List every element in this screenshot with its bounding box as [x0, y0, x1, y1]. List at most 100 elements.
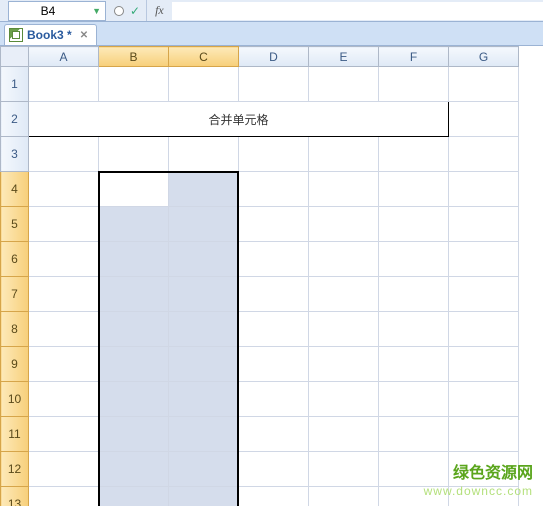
- cell-B1[interactable]: [99, 67, 169, 102]
- row-header-1[interactable]: 1: [1, 67, 29, 102]
- merged-cell[interactable]: 合并单元格: [29, 102, 449, 137]
- row-header-4[interactable]: 4: [1, 172, 29, 207]
- cell-D3[interactable]: [239, 137, 309, 172]
- formula-input[interactable]: [172, 2, 543, 20]
- col-header-E[interactable]: E: [309, 47, 379, 67]
- cell-F8[interactable]: [379, 312, 449, 347]
- cell-C7[interactable]: [169, 277, 239, 312]
- row-header-5[interactable]: 5: [1, 207, 29, 242]
- cell-G5[interactable]: [449, 207, 519, 242]
- dropdown-icon[interactable]: ▼: [92, 6, 101, 16]
- cell-C8[interactable]: [169, 312, 239, 347]
- cell-C6[interactable]: [169, 242, 239, 277]
- cell-B3[interactable]: [99, 137, 169, 172]
- cell-C5[interactable]: [169, 207, 239, 242]
- name-box[interactable]: ▼: [8, 1, 106, 21]
- cell-D7[interactable]: [239, 277, 309, 312]
- cell-C9[interactable]: [169, 347, 239, 382]
- cell-B8[interactable]: [99, 312, 169, 347]
- row-header-11[interactable]: 11: [1, 417, 29, 452]
- row-header-7[interactable]: 7: [1, 277, 29, 312]
- row-header-13[interactable]: 13: [1, 487, 29, 506]
- col-header-F[interactable]: F: [379, 47, 449, 67]
- row-header-6[interactable]: 6: [1, 242, 29, 277]
- cell-B13[interactable]: [99, 487, 169, 506]
- cell-E7[interactable]: [309, 277, 379, 312]
- cell-G2[interactable]: [449, 102, 519, 137]
- row-header-12[interactable]: 12: [1, 452, 29, 487]
- cell-D11[interactable]: [239, 417, 309, 452]
- cell-A12[interactable]: [29, 452, 99, 487]
- cell-C10[interactable]: [169, 382, 239, 417]
- cell-D12[interactable]: [239, 452, 309, 487]
- enter-icon[interactable]: ✓: [130, 5, 140, 17]
- cell-E13[interactable]: [309, 487, 379, 506]
- cell-F1[interactable]: [379, 67, 449, 102]
- col-header-B[interactable]: B: [99, 47, 169, 67]
- cell-E8[interactable]: [309, 312, 379, 347]
- cell-G12[interactable]: [449, 452, 519, 487]
- col-header-C[interactable]: C: [169, 47, 239, 67]
- cell-E1[interactable]: [309, 67, 379, 102]
- cancel-icon[interactable]: [114, 6, 124, 16]
- cell-C1[interactable]: [169, 67, 239, 102]
- cell-E6[interactable]: [309, 242, 379, 277]
- col-header-A[interactable]: A: [29, 47, 99, 67]
- cell-E10[interactable]: [309, 382, 379, 417]
- cell-D10[interactable]: [239, 382, 309, 417]
- close-icon[interactable]: ✕: [80, 30, 88, 41]
- cell-A10[interactable]: [29, 382, 99, 417]
- cell-A11[interactable]: [29, 417, 99, 452]
- cell-C3[interactable]: [169, 137, 239, 172]
- cell-D13[interactable]: [239, 487, 309, 506]
- row-header-10[interactable]: 10: [1, 382, 29, 417]
- cell-F5[interactable]: [379, 207, 449, 242]
- select-all-corner[interactable]: [1, 47, 29, 67]
- cell-B11[interactable]: [99, 417, 169, 452]
- cell-A3[interactable]: [29, 137, 99, 172]
- cell-C4[interactable]: [169, 172, 239, 207]
- cell-F4[interactable]: [379, 172, 449, 207]
- cell-F10[interactable]: [379, 382, 449, 417]
- cell-G6[interactable]: [449, 242, 519, 277]
- cell-C13[interactable]: [169, 487, 239, 506]
- cell-E12[interactable]: [309, 452, 379, 487]
- cell-A1[interactable]: [29, 67, 99, 102]
- cell-D8[interactable]: [239, 312, 309, 347]
- cell-A4[interactable]: [29, 172, 99, 207]
- cell-D4[interactable]: [239, 172, 309, 207]
- cell-B6[interactable]: [99, 242, 169, 277]
- cell-F7[interactable]: [379, 277, 449, 312]
- cell-B12[interactable]: [99, 452, 169, 487]
- cell-C12[interactable]: [169, 452, 239, 487]
- cell-B9[interactable]: [99, 347, 169, 382]
- cell-F11[interactable]: [379, 417, 449, 452]
- cell-G11[interactable]: [449, 417, 519, 452]
- cell-A13[interactable]: [29, 487, 99, 506]
- cell-B4[interactable]: [99, 172, 169, 207]
- row-header-8[interactable]: 8: [1, 312, 29, 347]
- name-box-input[interactable]: [13, 4, 83, 18]
- cell-G1[interactable]: [449, 67, 519, 102]
- cell-G10[interactable]: [449, 382, 519, 417]
- spreadsheet-grid[interactable]: ABCDEFG12合并单元格345678910111213 绿色资源网 www.…: [0, 46, 543, 506]
- cell-F13[interactable]: [379, 487, 449, 506]
- cell-E9[interactable]: [309, 347, 379, 382]
- cell-C11[interactable]: [169, 417, 239, 452]
- row-header-2[interactable]: 2: [1, 102, 29, 137]
- cell-D5[interactable]: [239, 207, 309, 242]
- cell-A7[interactable]: [29, 277, 99, 312]
- cell-F3[interactable]: [379, 137, 449, 172]
- cell-A8[interactable]: [29, 312, 99, 347]
- row-header-9[interactable]: 9: [1, 347, 29, 382]
- cell-A9[interactable]: [29, 347, 99, 382]
- col-header-D[interactable]: D: [239, 47, 309, 67]
- col-header-G[interactable]: G: [449, 47, 519, 67]
- cell-B10[interactable]: [99, 382, 169, 417]
- cell-F6[interactable]: [379, 242, 449, 277]
- cell-D9[interactable]: [239, 347, 309, 382]
- workbook-tab[interactable]: Book3 * ✕: [4, 24, 97, 45]
- cell-G7[interactable]: [449, 277, 519, 312]
- cell-E3[interactable]: [309, 137, 379, 172]
- cell-E11[interactable]: [309, 417, 379, 452]
